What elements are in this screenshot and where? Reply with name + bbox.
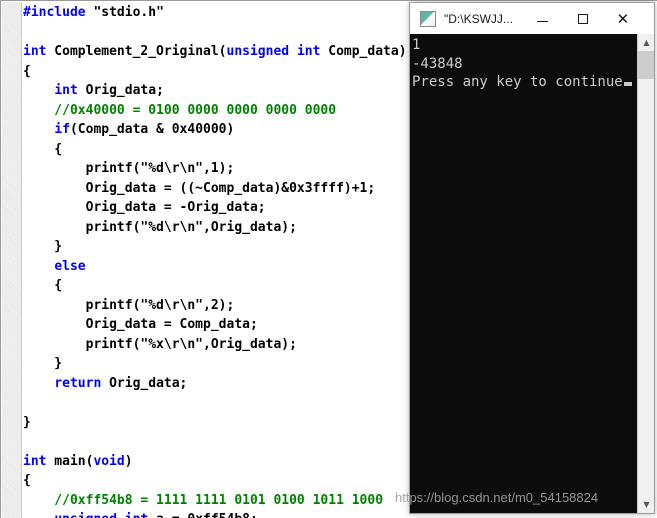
screenshot-root: #include "stdio.h" int Complement_2_Orig… xyxy=(0,0,657,518)
scroll-down-arrow-icon[interactable]: ▼ xyxy=(638,496,654,513)
code-token: Orig_data = Comp_data; xyxy=(23,317,258,332)
code-token: "stdio.h" xyxy=(93,5,164,20)
console-line: 1 xyxy=(412,37,421,53)
code-token: void xyxy=(93,453,125,469)
scroll-up-arrow-icon[interactable]: ▲ xyxy=(638,34,654,51)
code-token: printf("%d\r\n",Orig_data); xyxy=(23,219,297,235)
code-token: } xyxy=(23,414,31,430)
maximize-icon xyxy=(577,13,588,24)
console-output-text: 1 -43848 Press any key to continue xyxy=(412,36,636,92)
code-token: Orig_data = -Orig_data; xyxy=(23,200,266,215)
code-token: { xyxy=(23,141,63,157)
code-token: printf("%x\r\n",Orig_data); xyxy=(23,336,297,352)
code-token: Comp_data) xyxy=(320,44,407,59)
code-token: else xyxy=(54,258,86,274)
code-token: printf("%d\r\n",1); xyxy=(23,161,235,176)
code-token: } xyxy=(23,356,63,371)
console-line: -43848 xyxy=(412,55,463,72)
console-app-icon xyxy=(420,10,436,27)
code-token: int xyxy=(54,83,78,98)
code-token: { xyxy=(23,63,31,79)
code-token: //0xff54b8 = 1111 1111 0101 0100 1011 10… xyxy=(23,492,384,508)
code-token: #include xyxy=(23,5,94,20)
code-token: printf("%d\r\n",2); xyxy=(23,297,235,313)
code-token: unsigned int xyxy=(226,44,321,59)
console-titlebar[interactable]: "D:\KSWJJ... ✕ xyxy=(410,3,654,35)
scrollbar-thumb[interactable] xyxy=(638,51,654,79)
close-button[interactable]: ✕ xyxy=(603,4,643,34)
console-output-area[interactable]: 1 -43848 Press any key to continue ▲ ▼ xyxy=(410,34,654,513)
code-token: } xyxy=(23,239,63,254)
code-token: //0x40000 = 0100 0000 0000 0000 0000 xyxy=(23,102,337,118)
code-token: Orig_data; xyxy=(101,375,188,391)
code-token: return xyxy=(54,375,102,391)
code-token: if xyxy=(54,122,70,137)
code-token: Complement_2_Original( xyxy=(46,44,227,59)
code-token: unsigned int xyxy=(54,512,148,518)
console-line: Press any key to continue xyxy=(412,73,636,92)
code-token: { xyxy=(23,278,63,293)
close-icon: ✕ xyxy=(616,9,630,28)
console-cursor xyxy=(623,82,632,86)
code-token: int xyxy=(23,453,47,469)
code-token: { xyxy=(23,473,31,488)
code-token: a = 0xff54b8; xyxy=(148,512,258,518)
code-token: int xyxy=(23,44,47,59)
code-token: Orig_data; xyxy=(77,83,164,98)
code-token: main( xyxy=(46,453,94,469)
console-window[interactable]: "D:\KSWJJ... ✕ 1 -43848 Press any key to c… xyxy=(409,2,655,514)
minimize-icon xyxy=(537,20,549,22)
code-token: ) xyxy=(124,453,133,469)
editor-gutter xyxy=(2,2,22,518)
minimize-button[interactable] xyxy=(523,4,563,34)
code-token: Orig_data = ((~Comp_data)&0x3ffff)+1; xyxy=(23,180,376,196)
maximize-button[interactable] xyxy=(563,4,603,34)
console-scrollbar[interactable]: ▲ ▼ xyxy=(637,34,654,513)
code-token: (Comp_data & 0x40000) xyxy=(69,122,235,137)
console-window-title: "D:\KSWJJ... xyxy=(444,11,513,26)
